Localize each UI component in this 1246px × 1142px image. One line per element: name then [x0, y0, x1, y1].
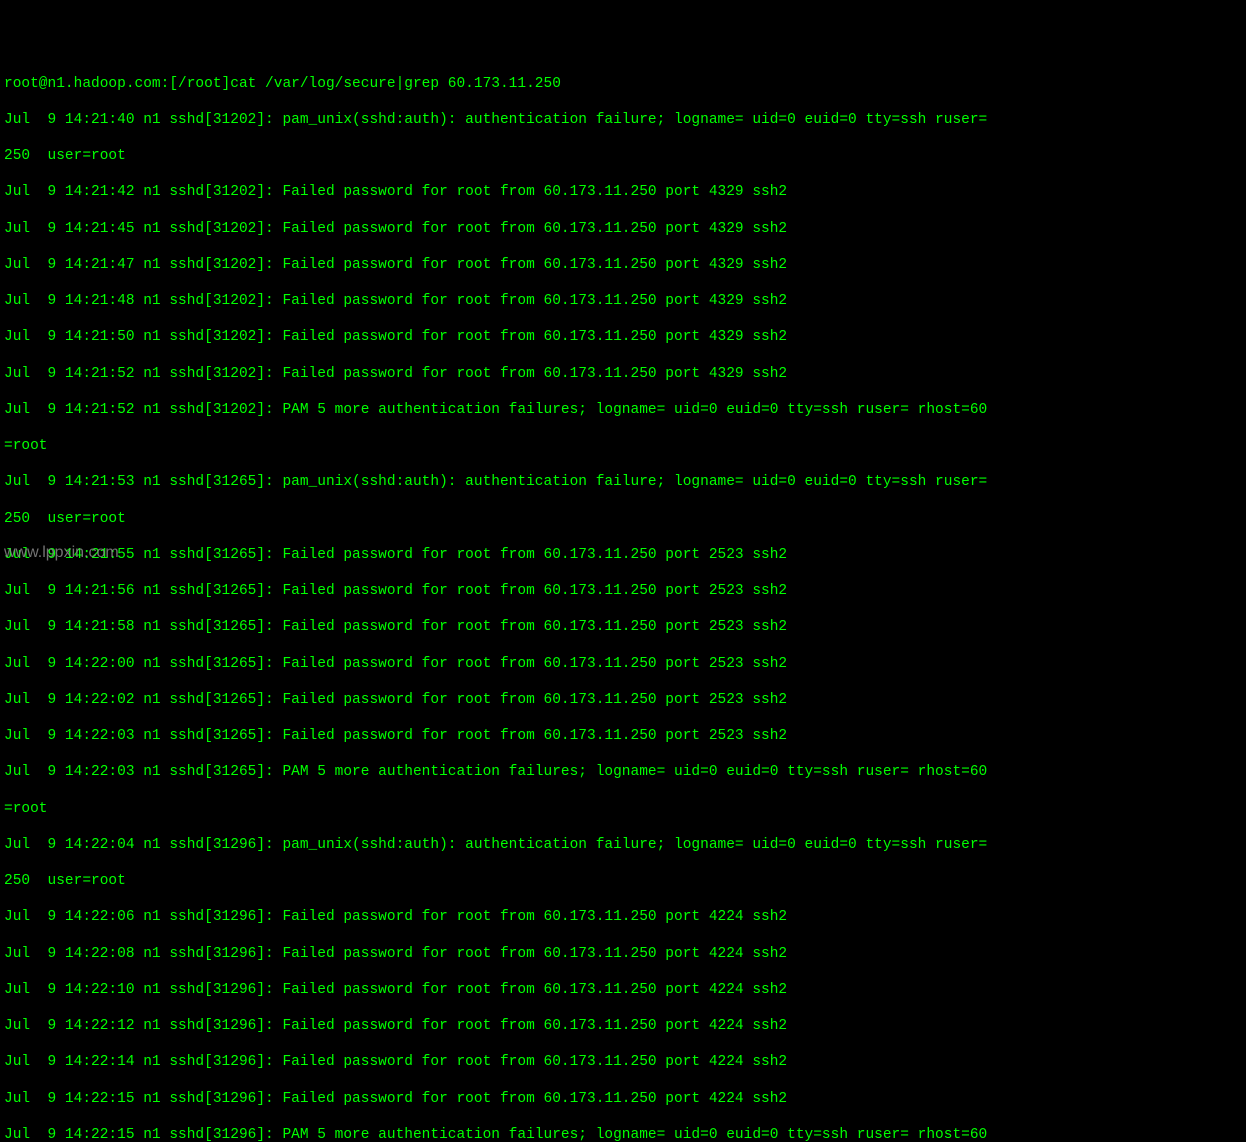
log-line: Jul 9 14:21:58 n1 sshd[31265]: Failed pa… [4, 618, 1242, 636]
log-line: Jul 9 14:22:10 n1 sshd[31296]: Failed pa… [4, 981, 1242, 999]
watermark-text: www.lppxin.com [4, 543, 119, 563]
log-line: Jul 9 14:21:45 n1 sshd[31202]: Failed pa… [4, 220, 1242, 238]
log-line: Jul 9 14:21:55 n1 sshd[31265]: Failed pa… [4, 546, 1242, 564]
log-line: Jul 9 14:21:53 n1 sshd[31265]: pam_unix(… [4, 473, 1242, 491]
log-line: Jul 9 14:22:08 n1 sshd[31296]: Failed pa… [4, 945, 1242, 963]
log-line: Jul 9 14:21:42 n1 sshd[31202]: Failed pa… [4, 183, 1242, 201]
log-line: Jul 9 14:21:48 n1 sshd[31202]: Failed pa… [4, 292, 1242, 310]
log-line: 250 user=root [4, 872, 1242, 890]
log-line: Jul 9 14:21:50 n1 sshd[31202]: Failed pa… [4, 328, 1242, 346]
log-line: Jul 9 14:21:56 n1 sshd[31265]: Failed pa… [4, 582, 1242, 600]
log-line: Jul 9 14:22:12 n1 sshd[31296]: Failed pa… [4, 1017, 1242, 1035]
log-line: =root [4, 437, 1242, 455]
log-line: Jul 9 14:22:02 n1 sshd[31265]: Failed pa… [4, 691, 1242, 709]
log-line: 250 user=root [4, 147, 1242, 165]
command-prompt[interactable]: root@n1.hadoop.com:[/root]cat /var/log/s… [4, 75, 1242, 93]
log-line: Jul 9 14:22:00 n1 sshd[31265]: Failed pa… [4, 655, 1242, 673]
log-line: Jul 9 14:22:04 n1 sshd[31296]: pam_unix(… [4, 836, 1242, 854]
log-line: =root [4, 800, 1242, 818]
log-line: Jul 9 14:21:52 n1 sshd[31202]: PAM 5 mor… [4, 401, 1242, 419]
log-line: Jul 9 14:22:15 n1 sshd[31296]: PAM 5 mor… [4, 1126, 1242, 1142]
log-line: 250 user=root [4, 510, 1242, 528]
log-line: Jul 9 14:22:14 n1 sshd[31296]: Failed pa… [4, 1053, 1242, 1071]
log-line: Jul 9 14:22:06 n1 sshd[31296]: Failed pa… [4, 908, 1242, 926]
log-line: Jul 9 14:22:15 n1 sshd[31296]: Failed pa… [4, 1090, 1242, 1108]
log-line: Jul 9 14:21:47 n1 sshd[31202]: Failed pa… [4, 256, 1242, 274]
log-line: Jul 9 14:22:03 n1 sshd[31265]: PAM 5 mor… [4, 763, 1242, 781]
log-line: Jul 9 14:21:40 n1 sshd[31202]: pam_unix(… [4, 111, 1242, 129]
log-line: Jul 9 14:21:52 n1 sshd[31202]: Failed pa… [4, 365, 1242, 383]
log-line: Jul 9 14:22:03 n1 sshd[31265]: Failed pa… [4, 727, 1242, 745]
